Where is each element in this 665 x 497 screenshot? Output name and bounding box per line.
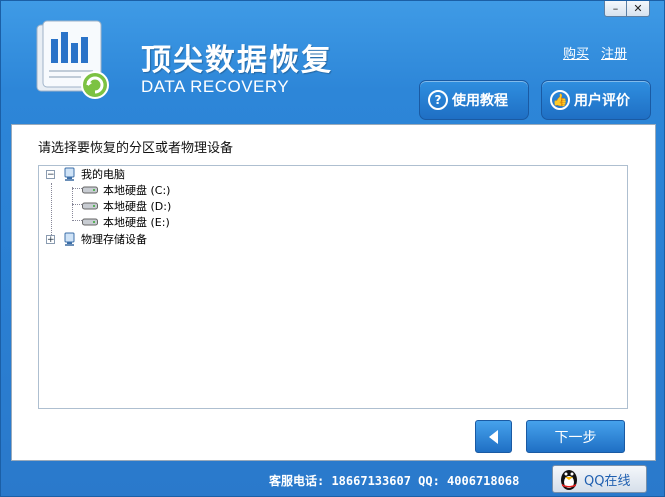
question-icon: ? <box>428 90 448 110</box>
buy-link[interactable]: 购买 <box>563 43 589 62</box>
app-title: 顶尖数据恢复 <box>141 43 333 78</box>
tree-label: 本地硬盘 (D:) <box>103 200 172 213</box>
tree-label: 物理存储设备 <box>81 233 147 246</box>
tutorial-button[interactable]: ? 使用教程 <box>419 80 529 120</box>
register-link[interactable]: 注册 <box>601 43 627 62</box>
tree-node-drive-e[interactable]: 本地硬盘 (E:) <box>82 214 170 230</box>
main-panel: 请选择要恢复的分区或者物理设备 − 我的电脑 本地硬盘 (C:) 本地硬盘 (D… <box>11 124 656 461</box>
qq-label: QQ在线 <box>584 473 631 489</box>
expand-icon[interactable]: + <box>46 234 55 244</box>
tree-node-physical-storage[interactable]: + 物理存储设备 <box>46 231 147 247</box>
window-controls: – ✕ <box>604 1 650 17</box>
computer-icon <box>64 232 75 246</box>
tree-node-drive-c[interactable]: 本地硬盘 (C:) <box>82 182 170 198</box>
tree-node-drive-d[interactable]: 本地硬盘 (D:) <box>82 198 171 214</box>
app-logo-icon <box>36 20 109 99</box>
review-label: 用户评价 <box>574 93 630 109</box>
tree-node-my-computer[interactable]: − 我的电脑 <box>46 166 125 182</box>
support-contact: 客服电话: 18667133607 QQ: 4006718068 <box>269 474 520 488</box>
review-button[interactable]: 👍 用户评价 <box>541 80 651 120</box>
computer-icon <box>64 167 75 181</box>
back-button[interactable] <box>475 420 512 453</box>
hard-drive-icon <box>82 218 98 226</box>
qq-online-button[interactable]: QQ在线 <box>552 465 647 493</box>
chevron-left-icon <box>488 429 498 444</box>
tree-label: 我的电脑 <box>81 168 125 181</box>
tree-label: 本地硬盘 (E:) <box>103 216 170 229</box>
next-button[interactable]: 下一步 <box>526 420 625 453</box>
device-tree[interactable]: − 我的电脑 本地硬盘 (C:) 本地硬盘 (D:) 本地硬盘 (E:) + 物… <box>38 165 628 409</box>
tutorial-label: 使用教程 <box>452 93 508 109</box>
close-button[interactable]: ✕ <box>627 1 650 17</box>
thumbs-up-icon: 👍 <box>550 90 570 110</box>
app-subtitle: DATA RECOVERY <box>141 77 290 96</box>
prompt-text: 请选择要恢复的分区或者物理设备 <box>38 141 234 156</box>
minimize-button[interactable]: – <box>604 1 627 17</box>
hard-drive-icon <box>82 186 98 194</box>
collapse-icon[interactable]: − <box>46 169 55 179</box>
tree-label: 本地硬盘 (C:) <box>103 184 171 197</box>
hard-drive-icon <box>82 202 98 210</box>
qq-penguin-icon <box>561 470 577 490</box>
app-window: – ✕ 顶尖数据恢复 DATA RECOVERY 购买 注册 ? 使用教程 👍 … <box>0 0 665 497</box>
top-links: 购买 注册 <box>563 43 627 62</box>
